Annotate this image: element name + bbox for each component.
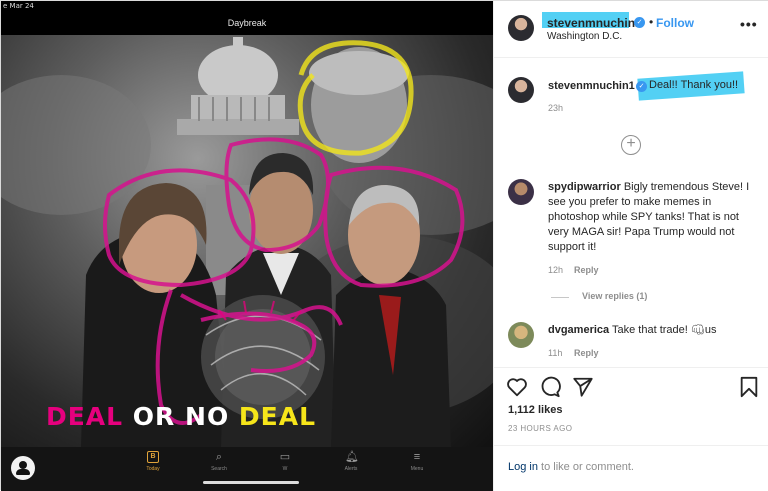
- like-count[interactable]: 1,112 likes: [508, 404, 562, 416]
- reply-button[interactable]: Reply: [574, 265, 599, 275]
- headline-word-or: OR: [132, 402, 176, 431]
- more-options-icon[interactable]: •••: [740, 16, 758, 32]
- verified-icon: ✓: [634, 17, 645, 28]
- share-icon[interactable]: [572, 376, 594, 398]
- poster-illustration: [1, 37, 493, 447]
- view-replies-button[interactable]: View replies (1): [582, 291, 647, 301]
- status-date: e Mar 24: [3, 2, 34, 10]
- comment-time-2[interactable]: 11h: [548, 348, 562, 358]
- avatar[interactable]: [508, 15, 534, 41]
- comment-body: spydipwarrior Bigly tremendous Steve! I …: [548, 180, 758, 255]
- tab-w[interactable]: ▭ W: [265, 451, 305, 472]
- tab-w-label: W: [282, 466, 288, 472]
- comment-username-2[interactable]: dvgamerica: [548, 324, 609, 336]
- headline-word-no: NO: [185, 402, 230, 431]
- tab-search-label: Search: [211, 466, 227, 472]
- comment-time[interactable]: 12h: [548, 265, 563, 275]
- tab-menu-label: Menu: [410, 466, 424, 472]
- replies-divider: [551, 297, 569, 298]
- follow-button[interactable]: Follow: [656, 16, 694, 30]
- chat-icon: ▭: [279, 451, 291, 463]
- login-prompt: Log in to like or comment.: [508, 461, 634, 473]
- comment-text-2: Take that trade! 👊︎us: [612, 324, 717, 336]
- today-icon: B: [147, 451, 159, 463]
- post-actions: [494, 368, 768, 408]
- comment-icon[interactable]: [539, 376, 561, 398]
- instagram-post-window: e Mar 24 Daybreak DEAL OR NO DEAL B Toda…: [0, 0, 768, 491]
- comment-username[interactable]: spydipwarrior: [548, 181, 621, 193]
- poster-image: DEAL OR NO DEAL: [1, 35, 493, 447]
- poster-headline: DEAL OR NO DEAL: [1, 402, 361, 431]
- caption-avatar[interactable]: [508, 77, 534, 103]
- login-link[interactable]: Log in: [508, 461, 538, 473]
- load-more-comments-icon[interactable]: +: [621, 135, 641, 155]
- divider: [494, 57, 768, 58]
- tab-search[interactable]: ⌕ Search: [199, 451, 239, 472]
- app-title: Daybreak: [227, 18, 267, 28]
- bell-icon: 🔔︎: [345, 451, 359, 463]
- home-indicator: [203, 481, 299, 484]
- caption-time[interactable]: 23h: [548, 103, 563, 113]
- comment-avatar-2[interactable]: [508, 322, 534, 348]
- separator-dot: •: [649, 15, 654, 29]
- menu-icon: ≡: [413, 451, 421, 463]
- headline-word-deal-2: DEAL: [238, 402, 317, 431]
- caption-verified-icon: ✓: [636, 81, 647, 92]
- reply-button-2[interactable]: Reply: [574, 348, 599, 358]
- comment-body-2: dvgamerica Take that trade! 👊︎us: [548, 323, 758, 338]
- headline-word-deal: DEAL: [45, 402, 124, 431]
- comment-avatar[interactable]: [508, 179, 534, 205]
- caption-username[interactable]: stevenmnuchin1: [548, 80, 635, 92]
- post-timestamp[interactable]: 23 HOURS AGO: [508, 424, 572, 433]
- post-author-username[interactable]: stevenmnuchin1: [547, 16, 642, 30]
- caption-text: Deal!! Thank you!!: [649, 79, 739, 91]
- login-prompt-text: to like or comment.: [537, 461, 634, 473]
- search-icon: ⌕: [215, 451, 223, 463]
- app-tab-bar: B Today ⌕ Search ▭ W 🔔︎ Alerts ≡ Menu: [1, 447, 493, 491]
- post-image[interactable]: e Mar 24 Daybreak DEAL OR NO DEAL B Toda…: [1, 1, 493, 491]
- user-profile-icon[interactable]: [11, 456, 35, 480]
- tab-today-label: Today: [146, 466, 160, 472]
- post-sidebar: stevenmnuchin1 ✓ • Follow Washington D.C…: [493, 1, 768, 491]
- post-location[interactable]: Washington D.C.: [547, 31, 622, 42]
- tab-alerts[interactable]: 🔔︎ Alerts: [331, 451, 371, 472]
- tab-alerts-label: Alerts: [344, 466, 358, 472]
- heart-icon[interactable]: [506, 376, 528, 398]
- divider: [494, 445, 768, 446]
- bookmark-icon[interactable]: [738, 376, 760, 398]
- tab-menu[interactable]: ≡ Menu: [397, 451, 437, 472]
- tab-today[interactable]: B Today: [133, 451, 173, 472]
